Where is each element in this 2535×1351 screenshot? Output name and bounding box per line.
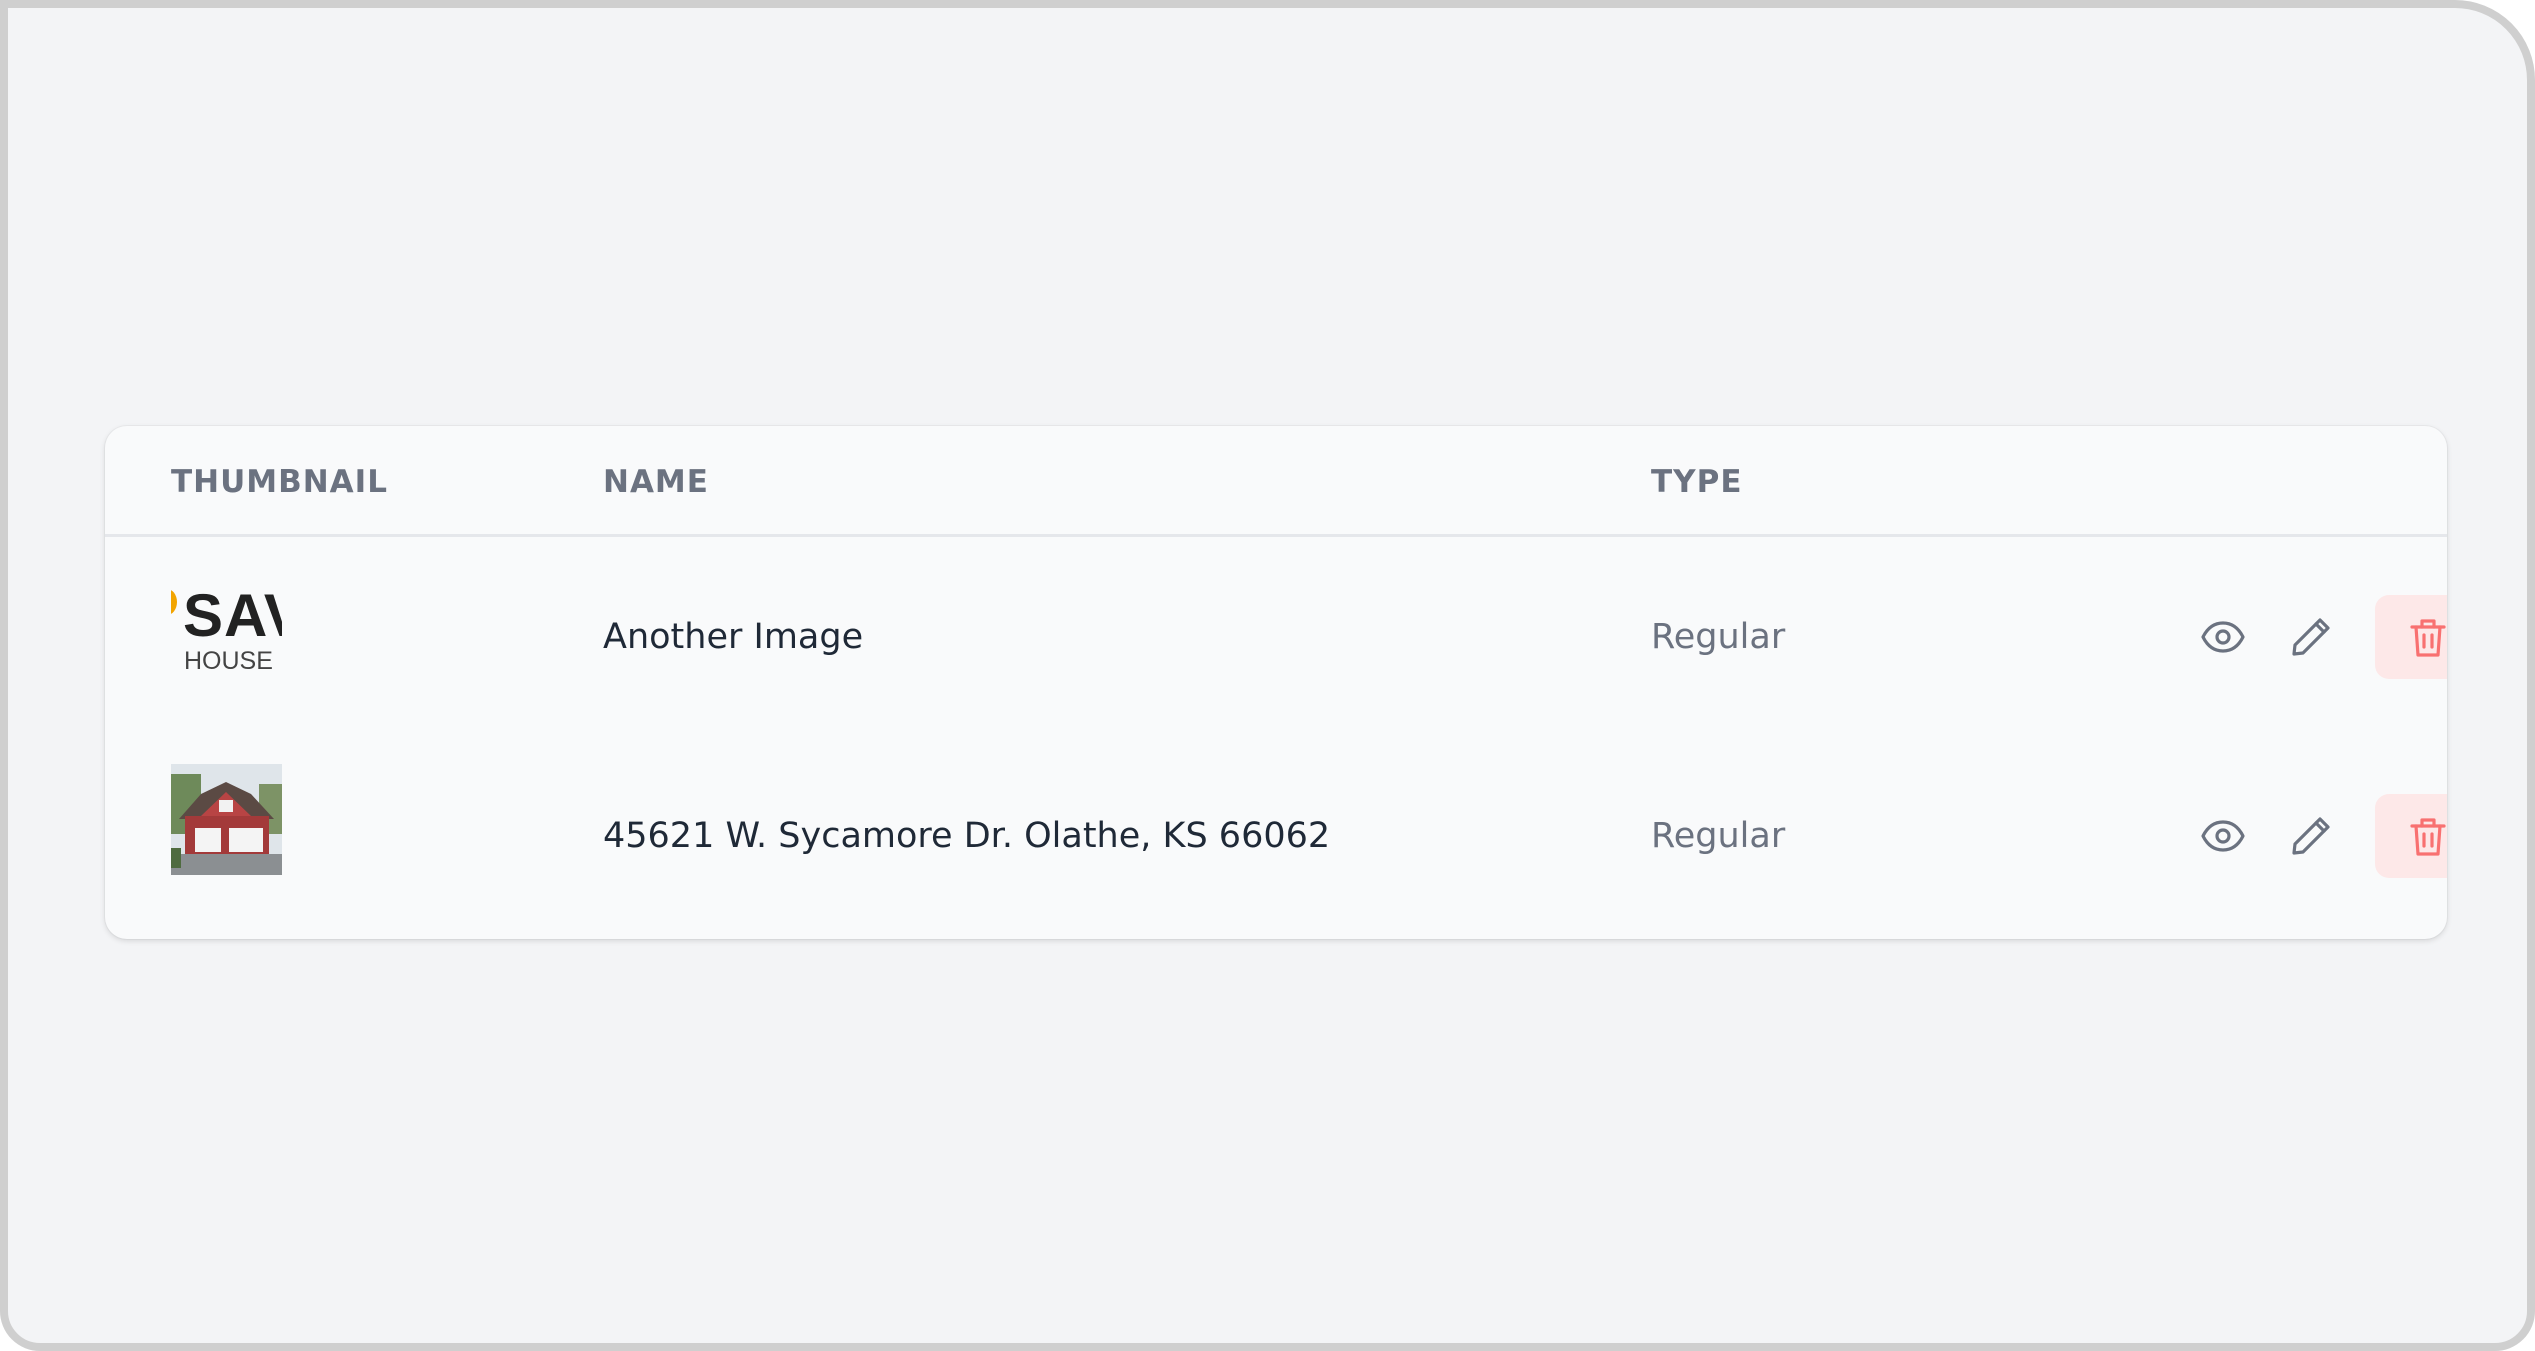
column-header-type: TYPE bbox=[1651, 464, 1743, 500]
pencil-icon bbox=[2292, 618, 2330, 656]
logo-mark bbox=[171, 589, 177, 615]
delete-button[interactable] bbox=[2375, 595, 2447, 679]
pencil-icon bbox=[2292, 817, 2330, 855]
delete-button[interactable] bbox=[2375, 794, 2447, 878]
logo-text: SAV bbox=[183, 583, 282, 649]
images-table: THUMBNAIL NAME TYPE SAV HOUSE Another Im… bbox=[105, 426, 2447, 939]
eye-icon bbox=[2201, 820, 2245, 852]
row-actions bbox=[2185, 595, 2447, 679]
column-header-thumbnail: THUMBNAIL bbox=[171, 464, 388, 500]
column-header-name: NAME bbox=[603, 464, 709, 500]
app-window: THUMBNAIL NAME TYPE SAV HOUSE Another Im… bbox=[0, 0, 2535, 1351]
edit-button[interactable] bbox=[2269, 794, 2353, 878]
table-row: 45621 W. Sycamore Dr. Olathe, KS 66062 R… bbox=[105, 736, 2447, 934]
thumbnail-house-photo bbox=[171, 764, 282, 875]
row-type: Regular bbox=[1651, 617, 1786, 657]
eye-icon bbox=[2201, 621, 2245, 653]
trash-icon bbox=[2410, 619, 2446, 657]
row-type: Regular bbox=[1651, 816, 1786, 856]
row-name: 45621 W. Sycamore Dr. Olathe, KS 66062 bbox=[603, 816, 1331, 856]
table-row: SAV HOUSE Another Image Regular bbox=[105, 537, 2447, 735]
logo-subtext: HOUSE bbox=[184, 647, 273, 675]
trash-icon bbox=[2410, 818, 2446, 856]
view-button[interactable] bbox=[2181, 794, 2265, 878]
row-actions bbox=[2185, 794, 2447, 878]
view-button[interactable] bbox=[2181, 595, 2265, 679]
edit-button[interactable] bbox=[2269, 595, 2353, 679]
table-header: THUMBNAIL NAME TYPE bbox=[105, 426, 2447, 537]
thumbnail-logo-image: SAV HOUSE bbox=[171, 583, 282, 694]
row-name: Another Image bbox=[603, 617, 864, 657]
